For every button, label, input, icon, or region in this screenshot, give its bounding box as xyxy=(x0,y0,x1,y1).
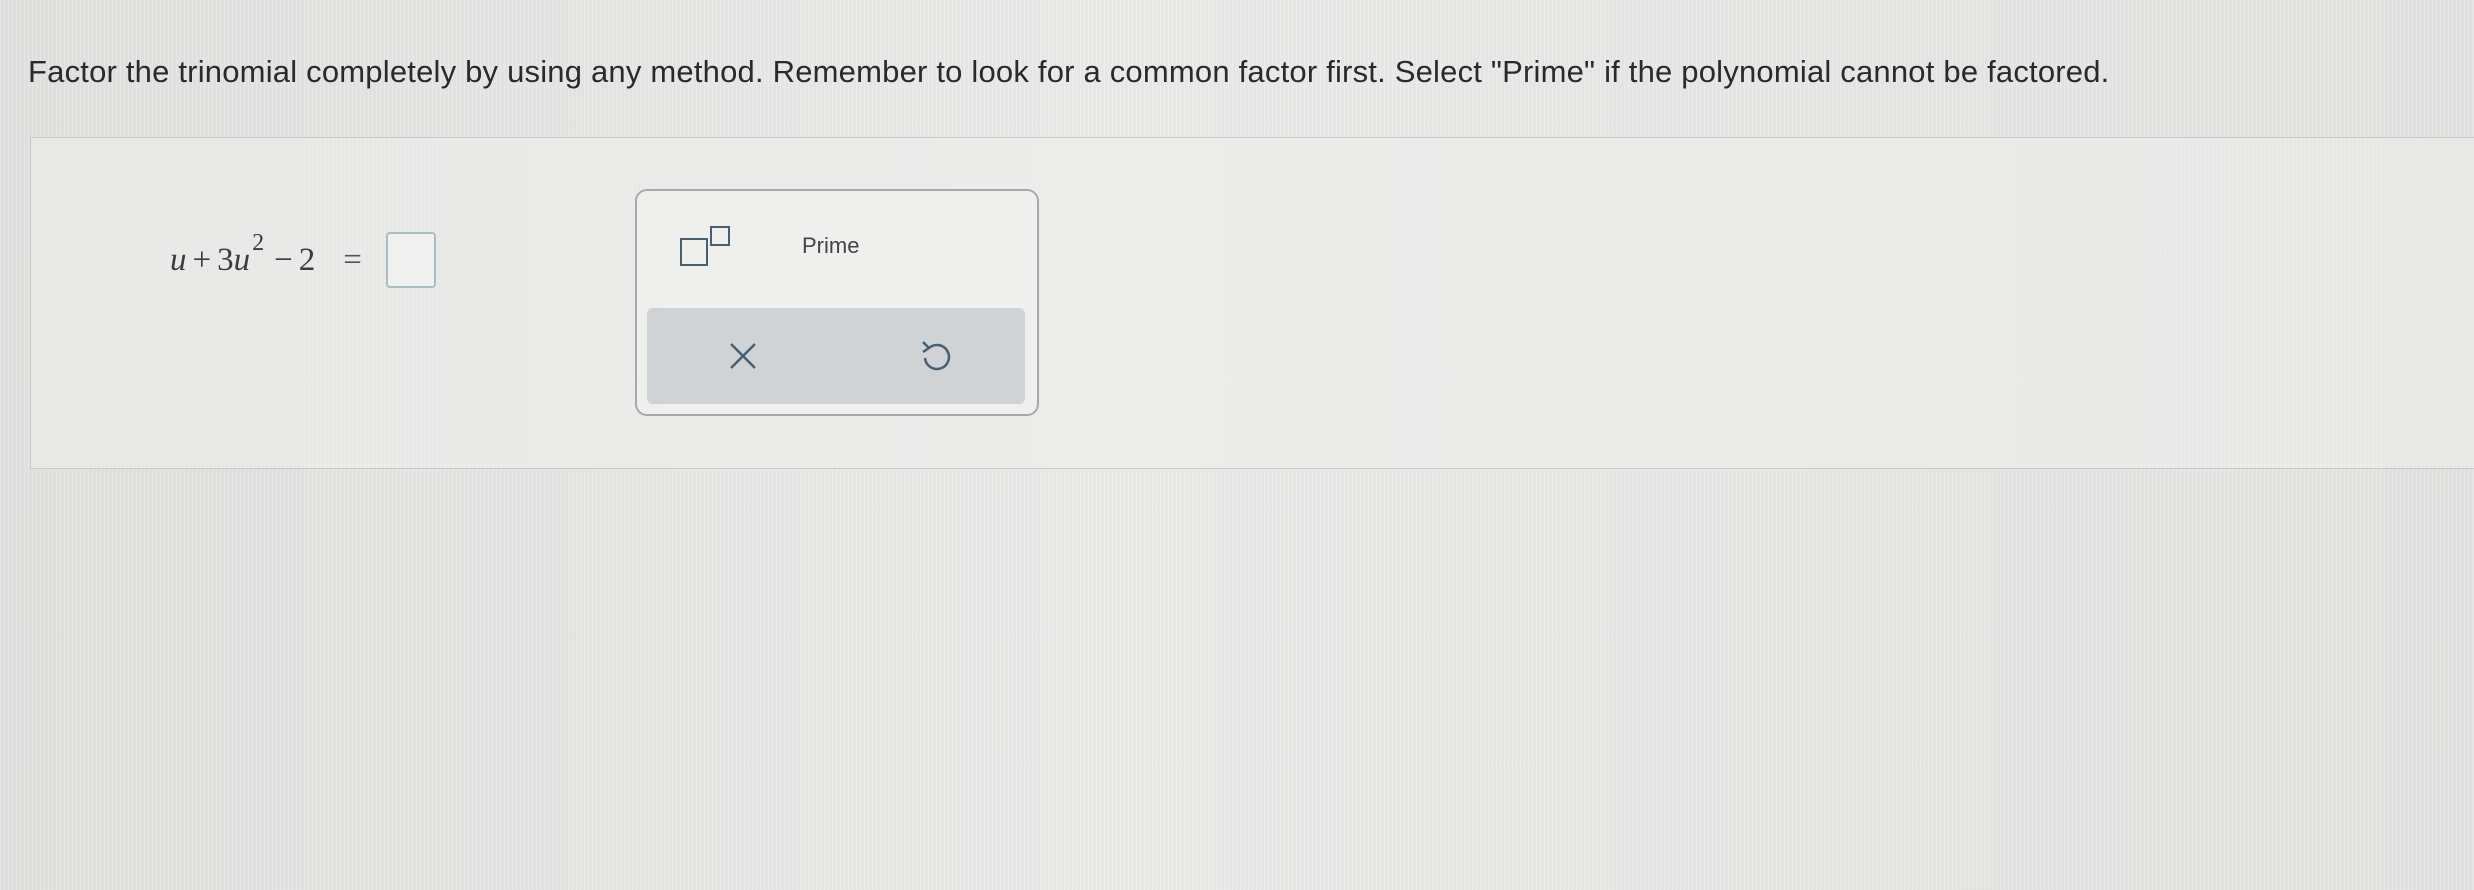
equation-equals: = xyxy=(343,241,362,278)
equation-variable: u xyxy=(170,241,187,278)
clear-button[interactable] xyxy=(725,338,761,374)
prime-button[interactable]: Prime xyxy=(802,233,859,259)
equation-coefficient: 3 xyxy=(217,241,234,278)
undo-icon xyxy=(922,341,951,371)
answer-input[interactable] xyxy=(385,232,436,288)
equation-exponent: 2 xyxy=(252,229,265,256)
equation-minus: − xyxy=(274,241,293,278)
math-toolbar: Prime xyxy=(635,189,1039,416)
action-bar xyxy=(647,308,1025,404)
equation-plus: + xyxy=(192,241,212,278)
question-panel xyxy=(30,137,2474,469)
question-instructions: Factor the trinomial completely by using… xyxy=(28,54,2110,89)
superscript-template-icon xyxy=(680,226,730,266)
page: Factor the trinomial completely by using… xyxy=(0,0,2474,890)
exponent-button[interactable] xyxy=(679,225,739,269)
equation: u + 3 u 2 − 2 = xyxy=(170,230,436,288)
close-icon xyxy=(730,343,756,369)
equation-variable-squared: u xyxy=(233,241,251,278)
equation-constant: 2 xyxy=(298,241,316,278)
undo-button[interactable] xyxy=(915,336,955,376)
